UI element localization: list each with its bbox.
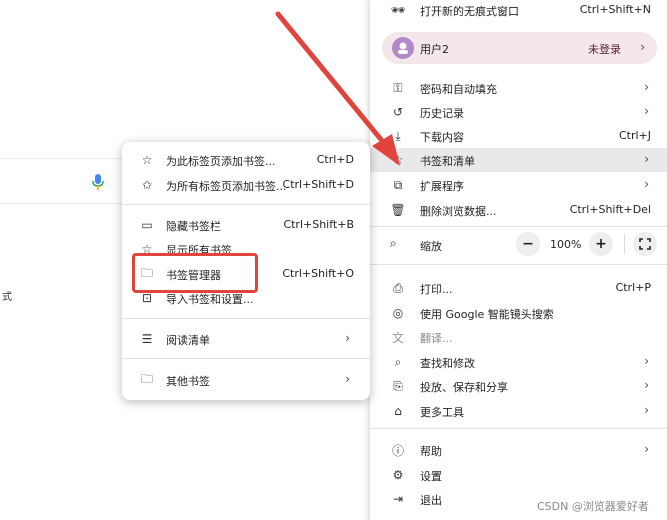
toolbox-icon: ⌂ <box>394 404 402 418</box>
menu-divider <box>370 226 667 227</box>
exit-icon: ⇥ <box>392 492 404 506</box>
gear-icon: ⚙ <box>392 468 404 482</box>
submenu-item-bookmark-all-tabs[interactable]: ✩ 为所有标签页添加书签... Ctrl+Shift+D <box>122 173 370 197</box>
zoom-in-button[interactable]: + <box>589 232 613 256</box>
menu-item-bookmarks[interactable]: ☆ 书签和清单 › <box>370 148 667 172</box>
folder-icon: 🗀 <box>140 371 153 386</box>
cast-icon: ⎘ <box>393 378 403 393</box>
submenu-item-bookmark-tab[interactable]: ☆ 为此标签页添加书签... Ctrl+D <box>122 148 370 172</box>
incognito-icon: 🕶 <box>390 3 406 17</box>
chevron-right-icon: › <box>644 152 649 166</box>
profile-status: 未登录 <box>588 43 621 56</box>
menu-item-settings[interactable]: ⚙ 设置 <box>370 463 667 487</box>
submenu-item-reading-list[interactable]: ☰ 阅读清单 › <box>122 327 370 351</box>
lens-icon: ◎ <box>392 306 404 320</box>
zoom-icon: ⌕ <box>390 236 397 250</box>
menu-divider <box>370 428 667 429</box>
submenu-item-hide-bookmark-bar[interactable]: ▭ 隐藏书签栏 Ctrl+Shift+B <box>122 213 370 237</box>
profile-button[interactable]: 用户2 未登录 › <box>382 32 657 64</box>
menu-item-help[interactable]: ⓘ 帮助 › <box>370 438 667 462</box>
zoom-row: ⌕ 缩放 − 100% + <box>370 230 667 258</box>
submenu-divider <box>122 318 370 319</box>
menu-item-history[interactable]: ↺ 历史记录 › <box>370 100 667 124</box>
zoom-label: 缩放 <box>420 240 442 253</box>
menu-item-cast-save-share[interactable]: ⎘ 投放、保存和分享 › <box>370 374 667 398</box>
submenu-divider <box>122 358 370 359</box>
menu-item-clear-data[interactable]: 🗑 删除浏览数据... Ctrl+Shift+Del <box>370 198 667 222</box>
zoom-out-button[interactable]: − <box>516 232 540 256</box>
print-icon: ⎙ <box>393 280 403 295</box>
chevron-right-icon: › <box>644 80 649 94</box>
menu-item-more-tools[interactable]: ⌂ 更多工具 › <box>370 399 667 423</box>
menu-item-translate[interactable]: 文 翻译... <box>370 325 667 349</box>
zoom-value: 100% <box>550 238 582 251</box>
chevron-right-icon: › <box>644 354 649 368</box>
star-plus-icon: ✩ <box>141 178 153 192</box>
search-bar-fragment <box>0 158 130 204</box>
chevron-right-icon: › <box>640 40 645 54</box>
profile-name: 用户2 <box>420 43 449 56</box>
trash-icon: 🗑 <box>390 203 406 217</box>
microphone-icon[interactable] <box>92 174 104 190</box>
chevron-right-icon: › <box>644 104 649 118</box>
menu-item-google-lens[interactable]: ◎ 使用 Google 智能镜头搜索 <box>370 301 667 325</box>
fullscreen-icon <box>639 238 651 250</box>
star-icon: ☆ <box>141 153 153 167</box>
menu-item-extensions[interactable]: ⧉ 扩展程序 › <box>370 173 667 197</box>
background-text: 式 <box>2 292 12 303</box>
avatar <box>392 37 414 59</box>
chevron-right-icon: › <box>345 331 350 345</box>
window-icon: ▭ <box>141 218 153 232</box>
chevron-right-icon: › <box>644 403 649 417</box>
puzzle-icon: ⧉ <box>393 177 403 192</box>
annotation-highlight-box <box>132 253 258 293</box>
find-icon: ⌕ <box>394 354 402 369</box>
zoom-separator <box>624 234 625 254</box>
menu-item-downloads[interactable]: ⤓ 下载内容 Ctrl+J <box>370 124 667 148</box>
menu-item-find-edit[interactable]: ⌕ 查找和修改 › <box>370 350 667 374</box>
chevron-right-icon: › <box>644 442 649 456</box>
submenu-item-other-bookmarks[interactable]: 🗀 其他书签 › <box>122 368 370 392</box>
chrome-main-menu: 🕶 打开新的无痕式窗口 Ctrl+Shift+N 用户2 未登录 › ⚿ 密码和… <box>370 0 667 520</box>
download-icon: ⤓ <box>395 128 401 143</box>
menu-item-print[interactable]: ⎙ 打印... Ctrl+P <box>370 276 667 300</box>
key-icon: ⚿ <box>393 80 403 95</box>
list-icon: ☰ <box>141 332 153 346</box>
menu-item-incognito[interactable]: 🕶 打开新的无痕式窗口 Ctrl+Shift+N <box>370 0 667 22</box>
fullscreen-button[interactable] <box>633 232 657 256</box>
submenu-divider <box>122 204 370 205</box>
history-icon: ↺ <box>392 105 404 119</box>
menu-item-passwords[interactable]: ⚿ 密码和自动填充 › <box>370 76 667 100</box>
chevron-right-icon: › <box>644 378 649 392</box>
chevron-right-icon: › <box>345 372 350 386</box>
help-icon: ⓘ <box>391 443 404 458</box>
star-icon: ☆ <box>392 153 404 167</box>
watermark: CSDN @浏览器爱好者 <box>537 500 649 513</box>
menu-divider <box>370 264 667 265</box>
translate-icon: 文 <box>391 330 404 345</box>
chevron-right-icon: › <box>644 177 649 191</box>
